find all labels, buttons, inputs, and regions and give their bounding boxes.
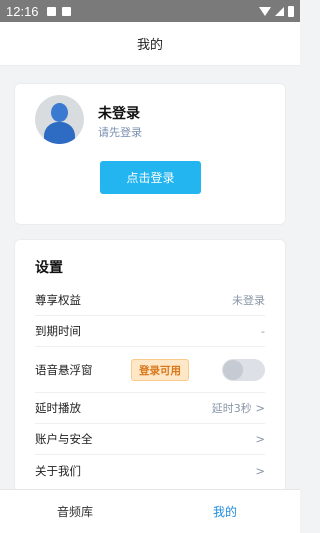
settings-row-voice-float: 语音悬浮窗 登录可用 xyxy=(35,347,265,393)
settings-row-account-security[interactable]: 账户与安全 > xyxy=(35,424,265,455)
row-label: 尊享权益 xyxy=(35,293,81,307)
row-label: 到期时间 xyxy=(35,324,81,338)
cell-signal-icon xyxy=(275,6,284,16)
settings-row-expiry: 到期时间 - xyxy=(35,316,265,347)
login-required-badge[interactable]: 登录可用 xyxy=(131,359,189,381)
row-value: 延时3秒 xyxy=(211,402,252,415)
notification-icon xyxy=(46,6,56,16)
nav-item-mine[interactable]: 我的 xyxy=(150,490,300,533)
row-label: 延时播放 xyxy=(35,401,81,415)
row-label: 关于我们 xyxy=(35,463,81,478)
avatar-head-icon xyxy=(51,103,68,122)
chevron-right-icon: > xyxy=(255,401,265,415)
settings-row-delay[interactable]: 延时播放 延时3秒 > xyxy=(35,393,265,424)
login-button[interactable]: 点击登录 xyxy=(100,161,201,194)
toggle-knob xyxy=(223,359,243,380)
battery-icon xyxy=(288,5,294,17)
user-name: 未登录 xyxy=(98,106,140,122)
wifi-icon xyxy=(259,6,271,16)
voice-float-toggle[interactable] xyxy=(222,358,265,381)
status-bar: 12:16 xyxy=(0,0,300,22)
page-title: 我的 xyxy=(0,22,300,66)
chevron-right-icon: > xyxy=(255,432,265,446)
status-time: 12:16 xyxy=(6,3,39,19)
settings-row-privileges[interactable]: 尊享权益 未登录 xyxy=(35,285,265,316)
row-label: 语音悬浮窗 xyxy=(35,362,93,377)
settings-row-about[interactable]: 关于我们 > xyxy=(35,455,265,486)
row-value: - xyxy=(261,324,265,338)
bottom-nav: 音频库 我的 xyxy=(0,489,300,533)
avatar[interactable] xyxy=(35,95,84,144)
login-card: 未登录 请先登录 点击登录 xyxy=(14,83,286,225)
nav-item-audio-library[interactable]: 音频库 xyxy=(0,490,150,533)
chevron-right-icon: > xyxy=(255,463,265,478)
user-subtitle: 请先登录 xyxy=(98,126,142,139)
row-value: 未登录 xyxy=(232,294,265,307)
avatar-body-icon xyxy=(44,122,75,144)
image-notification-icon xyxy=(61,6,71,16)
settings-card: 设置 尊享权益 未登录 到期时间 - 语音悬浮窗 登录可用 延时播放 延时3秒 … xyxy=(14,239,286,501)
row-label: 账户与安全 xyxy=(35,432,93,446)
settings-title: 设置 xyxy=(35,260,63,276)
